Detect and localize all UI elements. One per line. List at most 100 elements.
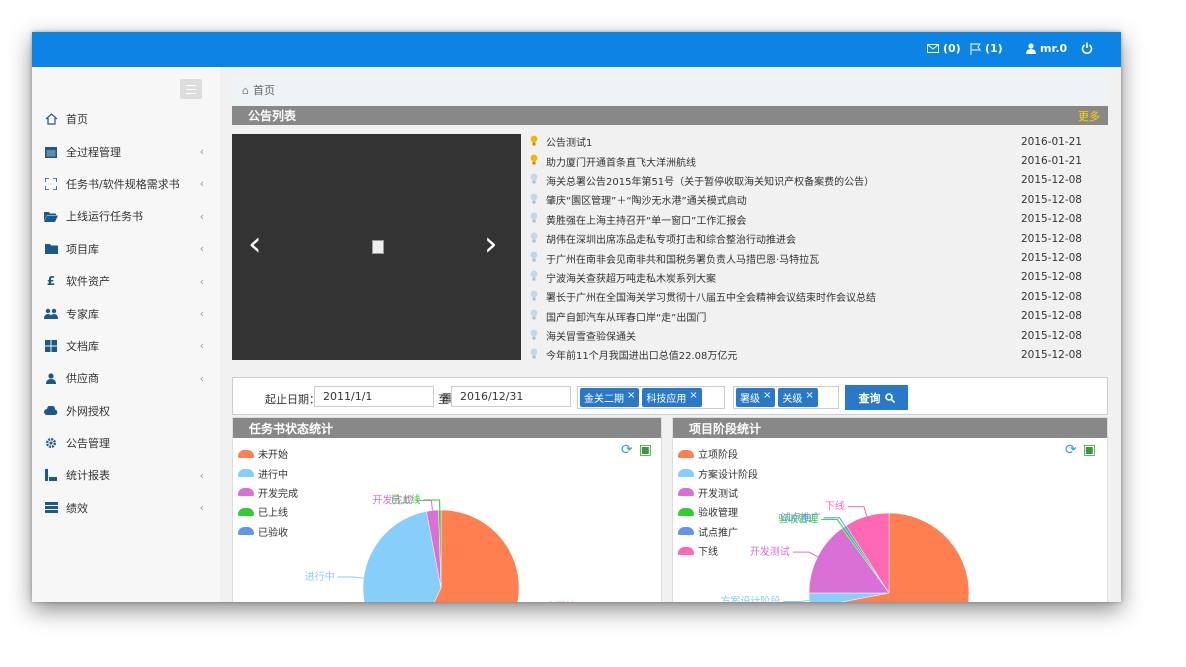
remove-tag-icon[interactable]: × (689, 390, 697, 405)
report-icon (44, 468, 58, 482)
notice-item[interactable]: 国产自卸汽车从珲春口岸“走”出国门 2015-12-08 (530, 307, 1090, 326)
notice-title[interactable]: 助力厦门开通首条直飞大洋洲航线 (546, 154, 696, 169)
lightbulb-icon (530, 290, 540, 304)
lightbulb-icon (530, 251, 540, 265)
sidebar-toggle-button[interactable] (180, 79, 202, 99)
search-button[interactable]: 查询 (845, 385, 908, 410)
sidebar-item-assets[interactable]: £ 软件资产 ‹ (32, 265, 220, 297)
end-date-input[interactable]: 2016/12/31 ▦ (451, 386, 590, 407)
messages-link[interactable]: (0) (927, 42, 961, 55)
sidebar-item-suppliers[interactable]: 供应商 ‹ (32, 362, 220, 394)
chevron-left-icon: ‹ (199, 177, 204, 191)
notice-panel-header: 公告列表 更多 (232, 106, 1108, 125)
system-tag-select[interactable]: 金关二期 × 科技应用 × (577, 386, 725, 409)
notice-title[interactable]: 海关总署公告2015年第51号（关于暂停收取海关知识产权备案费的公告） (546, 173, 874, 188)
sidebar-item-online[interactable]: 上线运行任务书 ‹ (32, 200, 220, 232)
notice-title[interactable]: 胡伟在深圳出席冻品走私专项打击和综合整治行动推进会 (546, 231, 796, 246)
tasks-icon (44, 501, 58, 515)
chevron-left-icon: ‹ (199, 274, 204, 288)
breadcrumb: ⌂ 首页 (232, 76, 1108, 104)
notice-item[interactable]: 海关总署公告2015年第51号（关于暂停收取海关知识产权备案费的公告） 2015-… (530, 171, 1090, 190)
pie-slice-label: 进行中 (305, 570, 335, 583)
main-content: ⌂ 首页 公告列表 更多 ‹ › 公告测试1 2016-01-21 助力厦门开通首条… (232, 76, 1108, 602)
to-label: 至 (438, 393, 449, 406)
sidebar-item-label: 上线运行任务书 (66, 210, 143, 224)
notice-date: 2015-12-08 (1020, 271, 1082, 284)
notice-title[interactable]: 肇庆“園区管理”＋“陶沙无水港”通关模式启动 (546, 192, 747, 207)
sidebar-item-label: 绩效 (66, 501, 88, 515)
panel-title: 任务书状态统计 (233, 418, 661, 438)
notice-item[interactable]: 助力厦门开通首条直飞大洋洲航线 2016-01-21 (530, 151, 1090, 170)
breadcrumb-home[interactable]: 首页 (253, 82, 275, 98)
flag-icon (970, 42, 981, 55)
date-range-label: 起止日期： (265, 393, 320, 406)
notice-title[interactable]: 于广州在南非会见南非共和国税务署负责人马措巴恩·马特拉瓦 (546, 251, 819, 266)
power-icon (1081, 42, 1093, 54)
notice-title[interactable]: 宁波海关查获超万吨走私木炭系列大案 (546, 270, 716, 285)
sidebar-item-performance[interactable]: 绩效 ‹ (32, 492, 220, 524)
sidebar-item-experts[interactable]: 专家库 ‹ (32, 297, 220, 329)
lightbulb-icon (530, 348, 540, 362)
notice-item[interactable]: 黄胜强在上海主持召开“单一窗口”工作汇报会 2015-12-08 (530, 210, 1090, 229)
more-link[interactable]: 更多 (1078, 108, 1100, 124)
carousel-prev-button[interactable]: ‹ (248, 227, 262, 261)
sidebar-item-label: 公告管理 (66, 437, 110, 451)
mail-icon (927, 43, 939, 53)
lightbulb-icon (530, 309, 540, 323)
lightbulb-icon (530, 154, 540, 168)
notice-item[interactable]: 胡伟在深圳出席冻品走私专项打击和综合整治行动推进会 2015-12-08 (530, 229, 1090, 248)
level-tag-select[interactable]: 署级 × 关级 × (733, 386, 839, 409)
folder-open-icon (44, 209, 58, 223)
notice-item[interactable]: 于广州在南非会见南非共和国税务署负责人马措巴恩·马特拉瓦 2015-12-08 (530, 248, 1090, 267)
lightbulb-icon (530, 232, 540, 246)
user-menu[interactable]: mr.0 (1026, 42, 1067, 55)
notice-item[interactable]: 海关冒雪查验保通关 2015-12-08 (530, 326, 1090, 345)
notice-title[interactable]: 国产自卸汽车从珲春口岸“走”出国门 (546, 309, 706, 324)
lightbulb-icon (530, 329, 540, 343)
grid-icon (44, 339, 58, 353)
user-icon (44, 371, 58, 385)
notice-title[interactable]: 署长于广州在全国海关学习贯彻十八届五中全会精神会议结束时作会议总结 (546, 289, 876, 304)
notice-date: 2015-12-08 (1020, 329, 1082, 342)
chevron-left-icon: ‹ (199, 468, 204, 482)
tag-chip: 署级 × (736, 388, 776, 407)
notice-title[interactable]: 海关冒雪查验保通关 (546, 328, 636, 343)
notice-date: 2015-12-08 (1020, 174, 1082, 187)
notice-panel-title: 公告列表 (248, 109, 297, 123)
sidebar-item-announcements[interactable]: 公告管理 (32, 427, 220, 459)
sidebar-item-home[interactable]: 首页 (32, 103, 220, 135)
flags-link[interactable]: (1) (970, 42, 1003, 55)
sidebar-item-spec[interactable]: 任务书/软件规格需求书 ‹ (32, 168, 220, 200)
logout-button[interactable] (1081, 42, 1093, 54)
sidebar-item-process[interactable]: 全过程管理 ‹ (32, 135, 220, 167)
notice-title[interactable]: 公告测试1 (546, 134, 592, 149)
gear-icon (44, 436, 58, 450)
notice-title[interactable]: 今年前11个月我国进出口总值22.08万亿元 (546, 347, 737, 362)
user-icon (1026, 43, 1036, 54)
sidebar-item-external[interactable]: 外网授权 (32, 395, 220, 427)
sidebar-item-docs[interactable]: 文档库 ‹ (32, 330, 220, 362)
flag-count: (1) (985, 42, 1003, 55)
notice-item[interactable]: 宁波海关查获超万吨走私木炭系列大案 2015-12-08 (530, 268, 1090, 287)
remove-tag-icon[interactable]: × (627, 390, 635, 405)
sidebar-item-reports[interactable]: 统计报表 ‹ (32, 459, 220, 491)
pie-label-line (792, 551, 818, 558)
calendar-icon (44, 145, 58, 159)
notice-item[interactable]: 今年前11个月我国进出口总值22.08万亿元 2015-12-08 (530, 345, 1090, 364)
remove-tag-icon[interactable]: × (763, 390, 771, 405)
sidebar-item-projects[interactable]: 项目库 ‹ (32, 233, 220, 265)
sidebar-item-label: 首页 (66, 113, 88, 127)
notice-item[interactable]: 署长于广州在全国海关学习贯彻十八届五中全会精神会议结束时作会议总结 2015-12… (530, 287, 1090, 306)
tag-chip: 金关二期 × (580, 388, 640, 407)
notice-date: 2016-01-21 (1020, 155, 1082, 168)
notice-item[interactable]: 肇庆“園区管理”＋“陶沙无水港”通关模式启动 2015-12-08 (530, 190, 1090, 209)
notice-title[interactable]: 黄胜强在上海主持召开“单一窗口”工作汇报会 (546, 212, 746, 227)
panel-title: 项目阶段统计 (673, 418, 1107, 438)
sidebar-item-label: 文档库 (66, 339, 99, 353)
remove-tag-icon[interactable]: × (805, 390, 813, 405)
carousel-next-button[interactable]: › (484, 227, 498, 261)
start-date-input[interactable]: 2011/1/1 ▦ (314, 386, 453, 407)
pie-label-line (821, 518, 844, 528)
sidebar: 首页 全过程管理 ‹ 任务书/软件规格需求书 ‹ 上线运行任务书 ‹ 项目库 ‹ (32, 67, 220, 602)
notice-item[interactable]: 公告测试1 2016-01-21 (530, 132, 1090, 151)
